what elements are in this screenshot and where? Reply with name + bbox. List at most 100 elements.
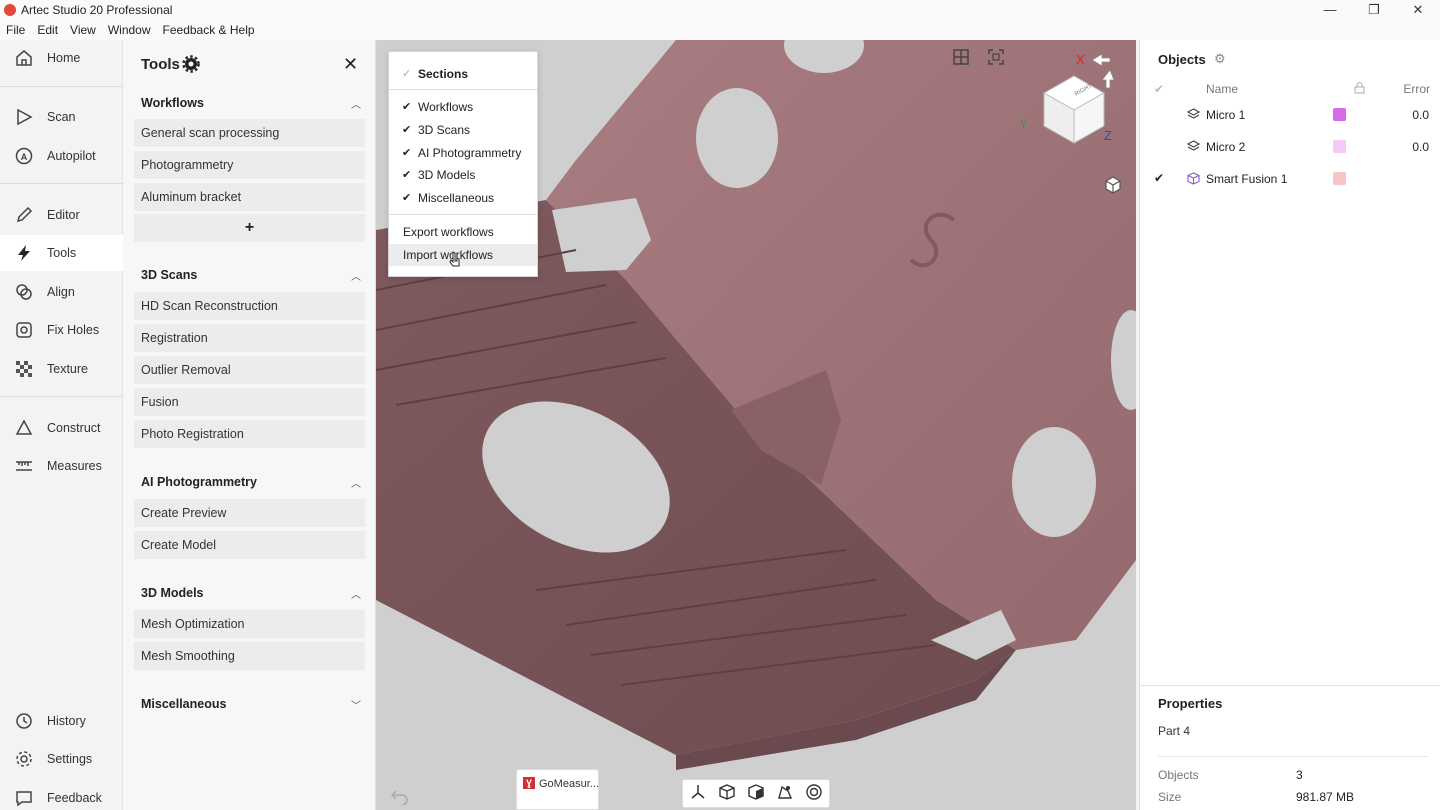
undo-icon[interactable] xyxy=(390,787,410,808)
gear-icon[interactable]: ⚙ xyxy=(1214,51,1226,67)
tool-general-scan-processing[interactable]: General scan processing xyxy=(134,119,365,147)
texture-icon xyxy=(14,359,34,379)
menu-item-ai-photogrammetry[interactable]: ✔ AI Photogrammetry xyxy=(389,142,537,164)
section-workflows[interactable]: Workflows ︿ xyxy=(141,96,361,111)
section-3d-models[interactable]: 3D Models ︿ xyxy=(141,586,361,601)
menu-view[interactable]: View xyxy=(70,23,96,37)
tool-create-preview[interactable]: Create Preview xyxy=(134,499,365,527)
color-swatch[interactable] xyxy=(1333,172,1346,185)
home-view-cube-icon[interactable] xyxy=(1103,175,1123,198)
chat-icon xyxy=(14,788,34,808)
nav-autopilot[interactable]: A Autopilot xyxy=(0,138,123,174)
layers-icon xyxy=(1186,140,1201,156)
lightning-icon xyxy=(14,243,34,263)
taskbar-preview[interactable]: Ɣ GoMeasur... xyxy=(516,769,599,810)
properties-divider xyxy=(1158,756,1428,757)
close-window-button[interactable]: ✕ xyxy=(1396,0,1440,20)
color-swatch[interactable] xyxy=(1333,140,1346,153)
minimize-button[interactable]: — xyxy=(1308,0,1352,20)
color-swatch[interactable] xyxy=(1333,108,1346,121)
svg-text:A: A xyxy=(21,152,28,162)
chevron-up-icon: ︿ xyxy=(351,272,361,283)
window-title: Artec Studio 20 Professional xyxy=(21,3,173,17)
menu-divider xyxy=(389,214,537,215)
view-toolbar xyxy=(682,779,830,808)
grid-view-icon[interactable] xyxy=(952,48,970,69)
menu-file[interactable]: File xyxy=(6,23,25,37)
view-cube[interactable]: RIGHT X Y Z xyxy=(1014,48,1114,148)
object-row-smart-fusion-1[interactable]: ✔ Smart Fusion 1 xyxy=(1140,166,1440,192)
pencil-icon xyxy=(14,205,34,225)
menu-import-workflows[interactable]: Import workflows xyxy=(389,244,537,266)
nav-editor[interactable]: Editor xyxy=(0,197,123,233)
axes-icon[interactable] xyxy=(689,783,707,804)
menu-export-workflows[interactable]: Export workflows xyxy=(389,221,537,243)
name-column-header[interactable]: Name xyxy=(1206,82,1238,96)
left-nav: Home Scan A Autopilot Editor Tools Align… xyxy=(0,40,123,810)
menu-edit[interactable]: Edit xyxy=(37,23,58,37)
fit-view-icon[interactable] xyxy=(987,48,1005,69)
nav-measures[interactable]: Measures xyxy=(0,448,123,484)
menu-sections-header: ✓ Sections xyxy=(389,63,537,85)
tool-photogrammetry[interactable]: Photogrammetry xyxy=(134,151,365,179)
menu-item-3d-models[interactable]: ✔ 3D Models xyxy=(389,164,537,186)
select-all-check-icon[interactable]: ✔ xyxy=(1154,82,1164,96)
check-icon[interactable]: ✔ xyxy=(1154,171,1164,185)
nav-scan[interactable]: Scan xyxy=(0,99,123,135)
tool-outlier-removal[interactable]: Outlier Removal xyxy=(134,356,365,384)
nav-history[interactable]: History xyxy=(0,703,123,739)
menu-item-miscellaneous[interactable]: ✔ Miscellaneous xyxy=(389,187,537,209)
menu-item-3d-scans[interactable]: ✔ 3D Scans xyxy=(389,119,537,141)
tool-mesh-optimization[interactable]: Mesh Optimization xyxy=(134,610,365,638)
close-panel-icon[interactable]: ✕ xyxy=(343,54,358,75)
nav-align[interactable]: Align xyxy=(0,274,123,310)
tool-hd-scan-reconstruction[interactable]: HD Scan Reconstruction xyxy=(134,292,365,320)
nav-tools[interactable]: Tools xyxy=(0,235,123,271)
z-axis-label: Z xyxy=(1104,128,1112,143)
menu-window[interactable]: Window xyxy=(108,23,151,37)
align-icon xyxy=(14,282,34,302)
app-logo-icon xyxy=(4,4,16,16)
properties-title: Properties xyxy=(1158,696,1223,711)
tool-fusion[interactable]: Fusion xyxy=(134,388,365,416)
xray-view-icon[interactable] xyxy=(805,783,823,804)
nav-divider xyxy=(0,86,123,87)
section-ai-photogrammetry[interactable]: AI Photogrammetry ︿ xyxy=(141,475,361,490)
nav-settings[interactable]: Settings xyxy=(0,741,123,777)
tool-mesh-smoothing[interactable]: Mesh Smoothing xyxy=(134,642,365,670)
mesh-cube-icon[interactable] xyxy=(718,783,736,804)
autopilot-icon: A xyxy=(14,146,34,166)
nav-texture[interactable]: Texture xyxy=(0,351,123,387)
home-icon xyxy=(14,48,34,68)
nav-fix-holes[interactable]: Fix Holes xyxy=(0,312,123,348)
tools-settings-gear-icon[interactable] xyxy=(181,54,201,77)
section-3d-scans[interactable]: 3D Scans ︿ xyxy=(141,268,361,283)
object-row-micro-2[interactable]: Micro 2 0.0 xyxy=(1140,134,1440,160)
tool-create-model[interactable]: Create Model xyxy=(134,531,365,559)
chevron-down-icon: ﹀ xyxy=(351,701,361,712)
window-controls: — ❐ ✕ xyxy=(1308,0,1440,20)
fix-holes-icon xyxy=(14,320,34,340)
texture-view-icon[interactable] xyxy=(776,783,794,804)
error-column-header[interactable]: Error xyxy=(1403,82,1430,96)
triangle-icon xyxy=(14,418,34,438)
nav-home[interactable]: Home xyxy=(0,40,123,76)
add-workflow-button[interactable]: + xyxy=(134,214,365,242)
lock-icon[interactable] xyxy=(1354,82,1365,97)
panel-title: Tools xyxy=(141,56,180,73)
check-icon: ✔ xyxy=(402,124,412,136)
menu-item-workflows[interactable]: ✔ Workflows xyxy=(389,96,537,118)
tool-aluminum-bracket[interactable]: Aluminum bracket xyxy=(134,183,365,211)
tool-photo-registration[interactable]: Photo Registration xyxy=(134,420,365,448)
object-row-micro-1[interactable]: Micro 1 0.0 xyxy=(1140,102,1440,128)
menu-feedback-help[interactable]: Feedback & Help xyxy=(163,23,255,37)
title-bar: Artec Studio 20 Professional — ❐ ✕ xyxy=(0,0,1440,20)
nav-construct[interactable]: Construct xyxy=(0,410,123,446)
section-miscellaneous[interactable]: Miscellaneous ﹀ xyxy=(141,697,361,712)
tool-registration[interactable]: Registration xyxy=(134,324,365,352)
maximize-button[interactable]: ❐ xyxy=(1352,0,1396,20)
gear-icon xyxy=(14,749,34,769)
check-icon: ✔ xyxy=(402,169,412,181)
solid-cube-icon[interactable] xyxy=(747,783,765,804)
nav-feedback[interactable]: Feedback xyxy=(0,780,123,810)
